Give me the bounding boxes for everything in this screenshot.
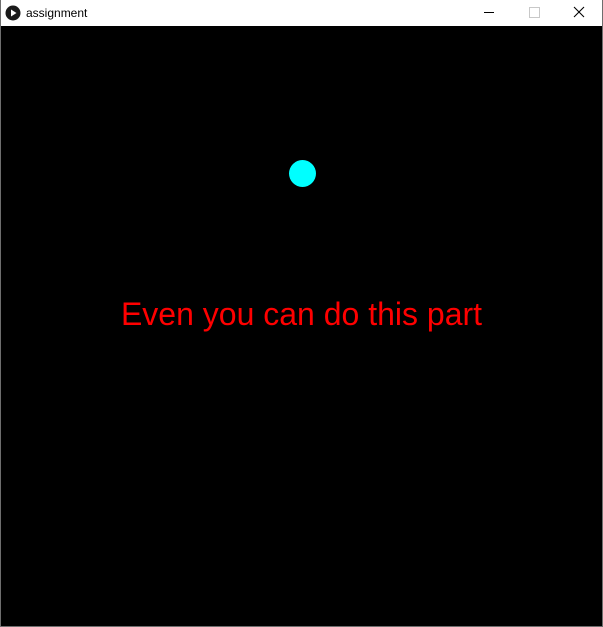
close-icon (573, 6, 585, 18)
minimize-button[interactable] (466, 0, 512, 26)
title-bar[interactable]: assignment (1, 0, 602, 26)
close-button[interactable] (556, 0, 602, 26)
canvas-message: Even you can do this part (120, 296, 483, 332)
sketch-canvas[interactable]: Even you can do this part (1, 26, 602, 626)
maximize-button[interactable] (511, 0, 557, 26)
maximize-icon (529, 7, 540, 18)
app-window: assignment Even you can do this part (0, 0, 603, 627)
play-icon (5, 5, 21, 21)
minimize-icon (484, 12, 494, 13)
cyan-ball (289, 160, 316, 187)
window-title: assignment (26, 6, 88, 20)
